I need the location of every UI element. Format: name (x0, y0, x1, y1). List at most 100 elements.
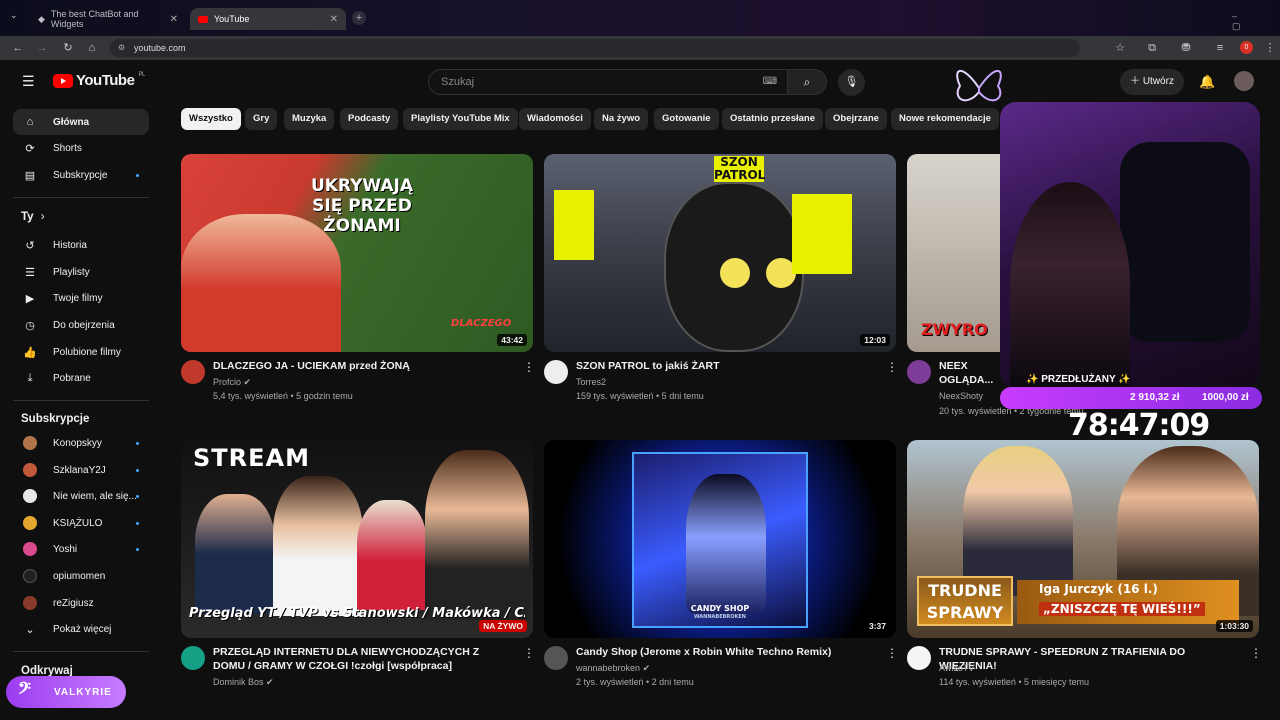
channel-avatar[interactable] (181, 360, 205, 384)
sidebar-item-subscriptions[interactable]: ▤ Subskrypcje (13, 162, 149, 188)
chip-recently-uploaded[interactable]: Ostatnio przesłane (722, 108, 823, 130)
hamburger-menu-icon[interactable]: ☰ (22, 73, 35, 90)
extension-badge[interactable]: 0 (1240, 41, 1253, 54)
thumb-person (357, 500, 427, 610)
duration-badge: 1:03:30 (1215, 620, 1253, 632)
video-title[interactable]: Candy Shop (Jerome x Robin White Techno … (576, 645, 876, 659)
extensions-icon[interactable]: ⧉ (1144, 40, 1160, 56)
show-more-button[interactable]: ⌄ Pokaż więcej (13, 616, 149, 642)
chip-all[interactable]: Wszystko (181, 108, 241, 130)
reload-icon[interactable]: ↻ (60, 40, 76, 56)
new-content-dot (136, 494, 139, 498)
close-tab-icon[interactable]: ✕ (330, 14, 338, 25)
more-options-icon[interactable]: ⋮ (886, 646, 898, 660)
playlists-icon: ☰ (25, 266, 35, 279)
sidebar-sub-szklanay2j[interactable]: SzklanaY2J (13, 457, 149, 483)
sidebar-item-home[interactable]: ⌂ Główna (13, 109, 149, 135)
channel-name[interactable]: Torres2 (576, 375, 606, 389)
search-button[interactable]: ⌕ (787, 69, 827, 95)
home-browser-icon[interactable]: ⌂ (84, 40, 100, 56)
notifications-bell-icon[interactable]: 🔔 (1199, 74, 1215, 90)
sidebar-sub-yoshi[interactable]: Yoshi (13, 536, 149, 562)
channel-avatar[interactable] (907, 360, 931, 384)
bookmark-star-icon[interactable]: ☆ (1112, 40, 1128, 56)
thumb-caption: STREAM (193, 444, 310, 472)
chip-watched[interactable]: Obejrzane (825, 108, 887, 130)
video-title[interactable]: TRUDNE SPRAWY - SPEEDRUN Z TRAFIENIA DO … (939, 645, 1239, 673)
create-button[interactable]: ＋ Utwórz (1120, 69, 1184, 95)
chip-podcasts[interactable]: Podcasty (340, 108, 399, 130)
media-icon[interactable]: ≡ (1212, 40, 1228, 56)
video-thumbnail[interactable]: TRUDNE SPRAWY Iga Jurczyk (16 l.) „ZNISZ… (907, 440, 1259, 638)
video-title[interactable]: NEEX OGLĄDA... HISTORII XD! (939, 359, 1005, 387)
sidebar-sub-konopskyy[interactable]: Konopskyy (13, 430, 149, 456)
sidebar-item-shorts[interactable]: ⟳ Shorts (13, 135, 149, 161)
sidebar-item-label: reZigiusz (53, 597, 94, 609)
video-thumbnail[interactable]: CANDY SHOP WANNABEBROKEN 3:37 (544, 440, 896, 638)
channel-name[interactable]: Profcio ✔ (213, 375, 251, 389)
chip-cooking[interactable]: Gotowanie (654, 108, 719, 130)
chip-news[interactable]: Wiadomości (519, 108, 591, 130)
window-controls[interactable]: –▢ (1232, 11, 1280, 32)
account-avatar[interactable] (1234, 71, 1254, 91)
channel-avatar[interactable] (181, 646, 205, 670)
sidebar-sub-rezigiusz[interactable]: reZigiusz (13, 590, 149, 616)
more-options-icon[interactable]: ⋮ (886, 360, 898, 374)
sidebar-item-playlists[interactable]: ☰ Playlisty (13, 259, 149, 285)
chip-live[interactable]: Na żywo (594, 108, 649, 130)
brand-text: VALKYRIE (54, 686, 112, 698)
more-options-icon[interactable]: ⋮ (523, 360, 535, 374)
channel-avatar[interactable] (907, 646, 931, 670)
sidebar-item-label: Główna (53, 116, 90, 128)
more-options-icon[interactable]: ⋮ (1250, 646, 1262, 660)
chip-music[interactable]: Muzyka (284, 108, 335, 130)
more-options-icon[interactable]: ⋮ (523, 646, 535, 660)
butterfly-decoration-icon (952, 58, 1006, 118)
browser-tab-youtube[interactable]: YouTube ✕ (190, 8, 346, 30)
menu-dots-icon[interactable]: ⋮ (1262, 40, 1278, 56)
channel-name[interactable]: AwizoTV (939, 661, 974, 675)
video-title[interactable]: DLACZEGO JA - UCIEKAM przed ŻONĄ (213, 359, 513, 373)
close-tab-icon[interactable]: ✕ (170, 14, 178, 25)
tab-search-icon[interactable]: ⌄ (10, 10, 18, 21)
sidebar-item-watch-later[interactable]: ◷ Do obejrzenia (13, 312, 149, 338)
video-thumbnail[interactable]: STREAM Przegląd YT / TVP vs Stanowski / … (181, 440, 533, 638)
thumb-person (425, 450, 529, 620)
forward-icon[interactable]: → (34, 40, 50, 56)
sidebar-item-liked[interactable]: 👍 Polubione filmy (13, 339, 149, 365)
site-info-icon[interactable]: ⚙ (118, 39, 125, 57)
extension-icon[interactable]: ⛃ (1178, 40, 1194, 56)
address-bar[interactable]: ⚙ youtube.com (110, 39, 1080, 57)
channel-avatar[interactable] (544, 646, 568, 670)
channel-avatar[interactable] (544, 360, 568, 384)
you-section-heading[interactable]: Ty › (21, 211, 45, 223)
verified-icon: ✔ (243, 377, 252, 387)
chip-games[interactable]: Gry (245, 108, 278, 130)
video-title[interactable]: PRZEGLĄD INTERNETU DLA NIEWYCHODZĄCYCH Z… (213, 645, 513, 673)
browser-tab-chatbot[interactable]: ◆ The best ChatBot and Widgets ✕ (30, 8, 186, 30)
sidebar-sub-opiumomen[interactable]: opiumomen (13, 563, 149, 589)
youtube-logo[interactable]: YouTube PL (53, 72, 145, 89)
channel-name[interactable]: NeexShoty (939, 389, 983, 403)
video-thumbnail[interactable]: UKRYWAJĄ SIĘ PRZED ŻONAMI DLACZEGO 43:42 (181, 154, 533, 352)
sidebar-item-label: Historia (53, 239, 87, 251)
channel-name[interactable]: wannabebroken ✔ (576, 661, 650, 675)
voice-search-button[interactable]: 🎙 (838, 69, 865, 96)
keyboard-icon[interactable]: ⌨ (763, 70, 777, 94)
chip-mix-playlists[interactable]: Playlisty YouTube Mix (403, 108, 518, 130)
sidebar-item-history[interactable]: ↺ Historia (13, 232, 149, 258)
video-title[interactable]: SZON PATROL to jakiś ŻART (576, 359, 876, 373)
sidebar-item-your-videos[interactable]: ▶ Twoje filmy (13, 285, 149, 311)
back-icon[interactable]: ← (10, 40, 26, 56)
sidebar-item-label: Subskrypcje (53, 169, 108, 181)
video-thumbnail[interactable]: SZON PATROL 12:03 (544, 154, 896, 352)
search-input[interactable]: Szukaj ⌨ (428, 69, 788, 95)
search-placeholder: Szukaj (441, 76, 475, 88)
sidebar-sub-ksiazulo[interactable]: KSIĄŻULO (13, 510, 149, 536)
video-thumbnail[interactable]: ZWYRO (907, 154, 1007, 352)
sidebar-sub-nie-wiem[interactable]: Nie wiem, ale się... (13, 483, 149, 509)
new-tab-button[interactable]: + (352, 11, 366, 25)
channel-name[interactable]: Dominik Bos ✔ (213, 675, 274, 689)
sidebar-item-downloads[interactable]: ⤓ Pobrane (13, 365, 149, 391)
sidebar-item-label: Do obejrzenia (53, 319, 115, 331)
